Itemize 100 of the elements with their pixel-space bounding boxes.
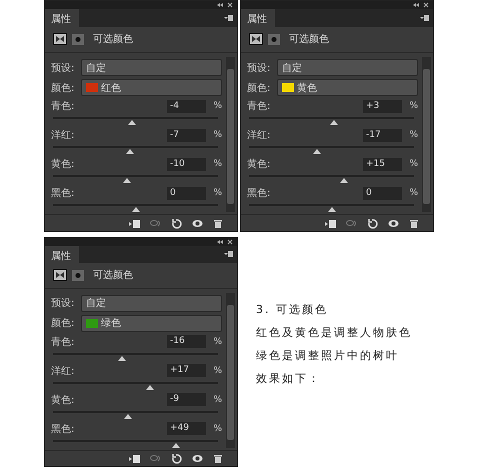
slider-label: 青色: xyxy=(247,100,272,114)
menu-icon[interactable] xyxy=(420,12,429,23)
value-field[interactable]: -4 xyxy=(167,100,206,113)
slider-label: 黑色: xyxy=(51,422,76,436)
clip-icon[interactable] xyxy=(129,452,140,464)
note-text: 效果如下： xyxy=(256,371,322,386)
percent-unit: % xyxy=(212,394,222,405)
preset-dropdown[interactable]: 自定 xyxy=(81,59,222,76)
eye-icon[interactable] xyxy=(388,218,399,229)
color-label: 颜色: xyxy=(51,316,76,330)
collapse-icon[interactable] xyxy=(413,2,419,8)
percent-unit: % xyxy=(408,188,418,198)
slider-label: 黄色: xyxy=(51,158,76,172)
percent-unit: % xyxy=(212,424,222,434)
value-field[interactable]: -7 xyxy=(167,128,206,142)
percent-unit: % xyxy=(408,101,418,112)
value-field[interactable]: +17 xyxy=(167,364,206,378)
adjustment-icon xyxy=(249,33,263,46)
linked-eye-icon[interactable] xyxy=(150,452,161,464)
scrollbar[interactable] xyxy=(226,292,235,448)
slider-thumb[interactable] xyxy=(126,149,134,154)
eye-icon[interactable] xyxy=(192,218,203,229)
value-field[interactable]: -16 xyxy=(167,335,206,348)
collapse-icon[interactable] xyxy=(217,238,223,245)
preset-dropdown[interactable]: 自定 xyxy=(81,294,222,312)
slider-thumb[interactable] xyxy=(328,207,336,212)
note-text: 绿色是调整照片中的树叶 xyxy=(256,348,400,363)
menu-icon[interactable] xyxy=(224,12,233,23)
value-field[interactable]: -10 xyxy=(167,158,206,171)
value-field[interactable]: -9 xyxy=(167,393,206,406)
color-dropdown[interactable]: 黄色 xyxy=(277,79,418,96)
mask-icon[interactable] xyxy=(72,34,84,45)
clip-icon[interactable] xyxy=(325,218,336,229)
trash-icon[interactable] xyxy=(213,218,223,229)
panel-title: 可选颜色 xyxy=(93,268,133,282)
reset-icon[interactable] xyxy=(171,218,182,229)
slider-thumb[interactable] xyxy=(146,384,154,390)
reset-icon[interactable] xyxy=(171,452,182,464)
slider-label: 青色: xyxy=(51,100,76,114)
scrollbar[interactable] xyxy=(422,57,431,212)
menu-icon[interactable] xyxy=(224,249,233,260)
note-text: 红色及黄色是调整人物肤色 xyxy=(256,325,413,340)
clip-icon[interactable] xyxy=(129,218,140,229)
trash-icon[interactable] xyxy=(213,452,223,464)
slider-thumb[interactable] xyxy=(340,178,348,184)
mask-icon[interactable] xyxy=(72,270,84,281)
slider-thumb[interactable] xyxy=(172,442,180,448)
slider-label: 黑色: xyxy=(247,187,272,200)
properties-tab[interactable]: 属性 xyxy=(241,8,275,27)
value-field[interactable]: +49 xyxy=(167,422,206,436)
close-icon[interactable] xyxy=(423,2,429,8)
percent-unit: % xyxy=(408,130,418,140)
color-dropdown[interactable]: 绿色 xyxy=(81,314,222,332)
close-icon[interactable] xyxy=(227,238,233,245)
linked-eye-icon[interactable] xyxy=(150,218,161,229)
properties-tab[interactable]: 属性 xyxy=(45,246,79,263)
scrollbar[interactable] xyxy=(226,57,235,212)
close-icon[interactable] xyxy=(227,2,233,8)
percent-unit: % xyxy=(212,366,222,376)
slider-thumb[interactable] xyxy=(132,207,140,212)
value-field[interactable]: 0 xyxy=(363,186,402,200)
value-field[interactable]: 0 xyxy=(167,186,206,200)
slider-label: 黑色: xyxy=(51,187,76,200)
panel-title: 可选颜色 xyxy=(289,32,329,46)
color-label: 颜色: xyxy=(51,82,76,95)
slider-thumb[interactable] xyxy=(123,178,132,184)
slider-label: 黄色: xyxy=(51,394,76,407)
slider-thumb[interactable] xyxy=(313,149,322,154)
preset-dropdown[interactable]: 自定 xyxy=(277,59,418,76)
percent-unit: % xyxy=(408,159,418,170)
slider-label: 黄色: xyxy=(247,158,272,172)
panel-title: 可选颜色 xyxy=(93,32,133,46)
slider-thumb[interactable] xyxy=(124,414,132,419)
properties-tab[interactable]: 属性 xyxy=(45,8,79,27)
preset-label: 预设: xyxy=(247,62,272,75)
slider-label: 洋红: xyxy=(51,129,76,142)
value-field[interactable]: -17 xyxy=(363,128,402,142)
slider-thumb[interactable] xyxy=(128,120,136,126)
slider-thumb[interactable] xyxy=(330,120,338,126)
slider-label: 青色: xyxy=(51,336,76,349)
value-field[interactable]: +3 xyxy=(363,100,402,113)
eye-icon[interactable] xyxy=(192,452,203,464)
value-field[interactable]: +15 xyxy=(363,158,402,171)
linked-eye-icon[interactable] xyxy=(346,218,357,229)
preset-label: 预设: xyxy=(51,62,76,75)
mask-icon[interactable] xyxy=(268,34,280,45)
adjustment-icon xyxy=(53,33,67,46)
color-dropdown[interactable]: 红色 xyxy=(81,79,222,96)
trash-icon[interactable] xyxy=(409,218,419,229)
slider-label: 洋红: xyxy=(247,129,272,142)
slider-label: 洋红: xyxy=(51,364,76,378)
percent-unit: % xyxy=(212,159,222,170)
percent-unit: % xyxy=(212,101,222,112)
preset-label: 预设: xyxy=(51,297,76,310)
percent-unit: % xyxy=(212,336,222,347)
color-label: 颜色: xyxy=(247,82,272,95)
reset-icon[interactable] xyxy=(367,218,378,229)
slider-thumb[interactable] xyxy=(118,356,126,361)
collapse-icon[interactable] xyxy=(217,2,223,8)
note-text: 3. 可选颜色 xyxy=(256,302,329,317)
